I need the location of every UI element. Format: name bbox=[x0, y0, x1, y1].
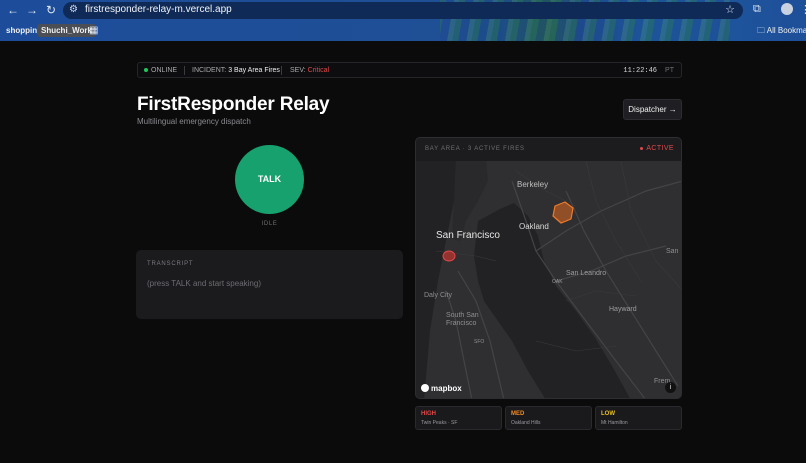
legend-place: Twin Peaks · SF bbox=[421, 420, 458, 426]
active-dot-icon bbox=[640, 146, 644, 150]
browser-chrome: ← → ↻ ⚙ firstresponder-relay-m.vercel.ap… bbox=[0, 0, 806, 41]
label-south-sf-1: South San bbox=[446, 312, 479, 319]
legend-high[interactable]: HIGH Twin Peaks · SF bbox=[415, 406, 502, 430]
mapbox-logo[interactable]: mapbox bbox=[421, 384, 462, 393]
legend-level: HIGH bbox=[421, 411, 436, 417]
label-oak: OAK bbox=[552, 279, 563, 285]
all-bookmarks-label: All Bookmarks bbox=[766, 26, 806, 35]
forward-icon[interactable]: → bbox=[25, 3, 39, 17]
bookmark-shuchi-work[interactable]: Shuchi_Work bbox=[37, 24, 96, 37]
profile-avatar[interactable] bbox=[781, 3, 793, 15]
dispatcher-button[interactable]: Dispatcher → bbox=[623, 99, 682, 120]
status-bar: ONLINE INCIDENT: 3 Bay Area Fires SEV: C… bbox=[137, 62, 682, 78]
severity-label: SEV: bbox=[290, 67, 306, 74]
severity-value: Critical bbox=[307, 67, 330, 74]
legend-level: LOW bbox=[601, 411, 615, 417]
legend-low[interactable]: LOW Mt Hamilton bbox=[595, 406, 682, 430]
label-hayward: Hayward bbox=[609, 306, 637, 313]
menu-icon[interactable]: ⋮ bbox=[800, 3, 806, 16]
label-sfo: SFO bbox=[474, 339, 484, 345]
reload-icon[interactable]: ↻ bbox=[44, 3, 58, 17]
active-indicator: ACTIVE bbox=[640, 145, 674, 152]
all-bookmarks[interactable]: 🗀 All Bookmarks bbox=[757, 25, 806, 39]
incident-status: INCIDENT: 3 Bay Area Fires bbox=[192, 67, 280, 74]
legend-level: MED bbox=[511, 411, 525, 417]
label-oakland: Oakland bbox=[519, 222, 549, 231]
legend-med[interactable]: MED Oakland Hills bbox=[505, 406, 592, 430]
map-card: BAY AREA · 3 ACTIVE FIRES ACTIVE Berkele… bbox=[415, 137, 682, 399]
online-label: ONLINE bbox=[151, 67, 178, 74]
online-dot-icon bbox=[144, 68, 148, 73]
transcript-label: TRANSCRIPT bbox=[147, 261, 194, 267]
talk-button[interactable]: TALK bbox=[235, 145, 304, 214]
label-daly-city: Daly City bbox=[424, 292, 453, 299]
label-san-ramon: San bbox=[666, 248, 679, 255]
mapbox-label: mapbox bbox=[431, 384, 462, 393]
fire-zone-twin-peaks[interactable] bbox=[442, 250, 456, 262]
address-bar[interactable]: ⚙ firstresponder-relay-m.vercel.app ☆ bbox=[63, 2, 743, 19]
incident-label: INCIDENT: bbox=[192, 67, 227, 74]
apps-grid-icon[interactable]: ▦ bbox=[89, 25, 98, 36]
map-header-label: BAY AREA · 3 ACTIVE FIRES bbox=[425, 146, 525, 152]
map-info-icon[interactable]: i bbox=[665, 382, 676, 393]
mapbox-logo-icon bbox=[421, 384, 429, 392]
bay-area-map[interactable]: Berkeley San Francisco Oakland San Leand… bbox=[416, 161, 682, 399]
label-san-leandro: San Leandro bbox=[566, 270, 606, 277]
label-san-francisco: San Francisco bbox=[436, 230, 500, 241]
severity-status: SEV: Critical bbox=[290, 67, 329, 74]
bookmarks-bar: shoppin Shuchi_Work ▦ 🗀 All Bookmarks bbox=[0, 20, 806, 40]
timezone: PT bbox=[665, 67, 674, 74]
bookmark-shoppin[interactable]: shoppin bbox=[2, 24, 41, 37]
status-divider bbox=[281, 66, 282, 75]
status-divider bbox=[184, 66, 185, 75]
back-icon[interactable]: ← bbox=[6, 3, 20, 17]
site-info-icon[interactable]: ⚙ bbox=[69, 4, 78, 15]
page-subtitle: Multilingual emergency dispatch bbox=[137, 117, 251, 126]
incident-value: 3 Bay Area Fires bbox=[228, 67, 280, 74]
bookmark-star-icon[interactable]: ☆ bbox=[725, 3, 735, 16]
clock: 11:22:46 bbox=[623, 67, 657, 75]
transcript-panel: TRANSCRIPT (press TALK and start speakin… bbox=[136, 250, 403, 319]
online-status: ONLINE bbox=[144, 67, 177, 74]
label-south-sf-2: Francisco bbox=[446, 320, 476, 327]
active-label: ACTIVE bbox=[646, 145, 674, 152]
page-title: FirstResponder Relay bbox=[137, 94, 330, 115]
extensions-icon[interactable]: ⧉ bbox=[753, 3, 761, 16]
url-text[interactable]: firstresponder-relay-m.vercel.app bbox=[85, 4, 232, 15]
map-header: BAY AREA · 3 ACTIVE FIRES ACTIVE bbox=[416, 138, 681, 161]
talk-state: IDLE bbox=[261, 221, 278, 227]
label-berkeley: Berkeley bbox=[517, 180, 548, 189]
legend-place: Oakland Hills bbox=[511, 420, 541, 426]
transcript-placeholder: (press TALK and start speaking) bbox=[147, 279, 261, 288]
legend-place: Mt Hamilton bbox=[601, 420, 628, 426]
